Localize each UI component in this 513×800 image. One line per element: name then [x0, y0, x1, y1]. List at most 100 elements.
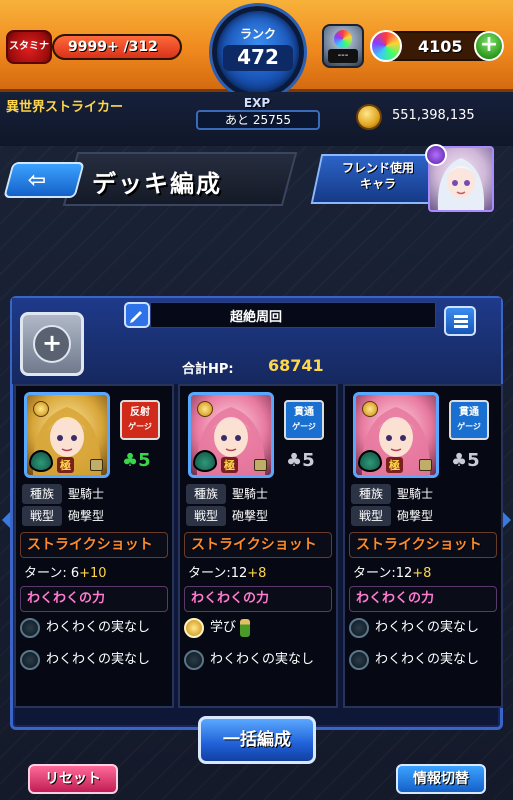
orb-icon [370, 30, 402, 62]
turn-plus: +10 [79, 566, 107, 581]
stamina-icon: スタミナ [6, 30, 52, 64]
heart-button[interactable]: + [20, 312, 84, 376]
kiwami-badge: 極 [386, 457, 403, 473]
race-key: 種族 [351, 484, 391, 504]
luck-clover: ♣5 [286, 450, 315, 471]
element-badge-icon [33, 401, 49, 417]
type-row: 戦型 砲撃型 [22, 506, 104, 528]
heart-icon: + [33, 325, 71, 363]
turn-plus: +8 [247, 566, 267, 581]
exp-remaining: あと 25755 [196, 110, 320, 130]
pencil-icon[interactable] [124, 302, 150, 328]
gacha-orb-icon [334, 30, 352, 48]
luck-clover: ♣5 [122, 450, 151, 471]
coin-icon [356, 104, 382, 130]
back-button[interactable]: ⇦ [3, 162, 85, 198]
type-row: 戦型 砲撃型 [186, 506, 268, 528]
strike-shot-box[interactable]: ストライクショット [349, 532, 497, 558]
element-badge-icon [362, 401, 378, 417]
ability-item: わくわくの実なし [184, 648, 314, 672]
character-portrait[interactable]: 極 [353, 392, 439, 478]
type-value: 砲撃型 [68, 509, 105, 523]
luck-value: 5 [467, 450, 480, 471]
gauge-sub: ゲージ [457, 422, 481, 431]
turn-count: ターン:12+8 [188, 562, 266, 581]
ability-item-text: わくわくの実なし [375, 620, 480, 635]
lock-icon [90, 459, 103, 471]
strike-shot-box[interactable]: ストライクショット [20, 532, 168, 558]
ability-item-text: わくわくの実なし [46, 620, 151, 635]
pencil-glyph [130, 311, 142, 323]
list-menu-icon[interactable] [444, 306, 476, 336]
gauge-type: 貫通 [294, 407, 314, 418]
gauge-type: 貫通 [459, 407, 479, 418]
clover-icon: ♣ [286, 450, 303, 471]
orb-count: 4105 [418, 37, 463, 56]
fruit-icon [184, 617, 204, 638]
friend-badge-icon [425, 144, 447, 166]
type-value: 砲撃型 [232, 509, 269, 523]
orb-counter: 4105 + [370, 30, 504, 62]
rank-badge[interactable]: ランク 472 [212, 6, 304, 98]
ability-item-text: 学び [210, 620, 237, 635]
reset-button[interactable]: リセット [28, 764, 118, 794]
type-row: 戦型 砲撃型 [351, 506, 433, 528]
fruit-icon [20, 649, 40, 670]
ability-item: わくわくの実なし [20, 616, 150, 640]
lock-icon [254, 459, 267, 471]
character-card[interactable]: 極 反射 ゲージ ♣5 種族 聖騎士 戦型 砲撃型 ストライクショット ターン: 6… [14, 384, 174, 708]
type-key: 戦型 [186, 506, 226, 526]
rank-label: ランク [239, 27, 276, 41]
clover-icon: ♣ [122, 450, 139, 471]
ability-box[interactable]: わくわくの力 [20, 586, 168, 612]
ability-item: わくわくの実なし [349, 616, 479, 640]
rank-value: 472 [223, 45, 293, 71]
race-row: 種族 聖騎士 [351, 484, 433, 506]
character-portrait[interactable]: 極 [24, 392, 110, 478]
gauge-type: 反射 [130, 407, 150, 418]
total-hp-label: 合計HP: [182, 362, 234, 377]
ability-item: わくわくの実なし [349, 648, 479, 672]
ability-box[interactable]: わくわくの力 [349, 586, 497, 612]
friend-character-label[interactable]: フレンド使用 キャラ [326, 160, 430, 192]
stamina-bar: 9999+ /312 [52, 34, 182, 60]
luck-value: 5 [138, 450, 151, 471]
turn-count: ターン: 6+10 [24, 562, 107, 581]
ability-item-text: わくわくの実なし [210, 652, 315, 667]
race-value: 聖騎士 [68, 487, 105, 501]
next-deck-arrow-icon[interactable] [503, 512, 511, 528]
prev-deck-arrow-icon[interactable] [2, 512, 10, 528]
stamina-value: 9999+ /312 [68, 39, 158, 55]
gacha-icon[interactable]: --- [322, 24, 364, 68]
friend-label-line1: フレンド使用 [341, 161, 414, 175]
strike-shot-box[interactable]: ストライクショット [184, 532, 332, 558]
character-card[interactable]: 極 貫通 ゲージ ♣5 種族 聖騎士 戦型 砲撃型 ストライクショット ターン:12… [343, 384, 503, 708]
water-element-icon [29, 450, 53, 472]
kiwami-badge: 極 [221, 457, 238, 473]
character-card[interactable]: 極 貫通 ゲージ ♣5 種族 聖騎士 戦型 砲撃型 ストライクショット ターン:12… [178, 384, 338, 708]
fruit-icon [349, 649, 369, 670]
total-hp-value: 68741 [268, 356, 324, 375]
gauge-badge: 貫通 ゲージ [449, 400, 489, 440]
deck-name: 超絶周回 [229, 310, 282, 325]
turn-label: ターン:12 [353, 566, 413, 581]
fruit-icon [184, 649, 204, 670]
ability-box[interactable]: わくわくの力 [184, 586, 332, 612]
turn-label: ターン: 6 [24, 566, 80, 581]
bulk-edit-button[interactable]: 一括編成 [198, 716, 316, 764]
race-key: 種族 [186, 484, 226, 504]
kiwami-badge: 極 [57, 457, 74, 473]
buy-orbs-button[interactable]: + [474, 31, 504, 61]
info-toggle-button[interactable]: 情報切替 [396, 764, 486, 794]
fruit-icon [349, 617, 369, 638]
gauge-sub: ゲージ [128, 422, 152, 431]
player-title: 異世界ストライカー [6, 100, 124, 115]
race-row: 種族 聖騎士 [22, 484, 104, 506]
lock-icon [419, 459, 432, 471]
turn-plus: +8 [412, 566, 432, 581]
exp-label: EXP [243, 96, 271, 110]
luck-value: 5 [302, 450, 315, 471]
gauge-badge: 反射 ゲージ [120, 400, 160, 440]
character-portrait[interactable]: 極 [188, 392, 274, 478]
race-row: 種族 聖騎士 [186, 484, 268, 506]
